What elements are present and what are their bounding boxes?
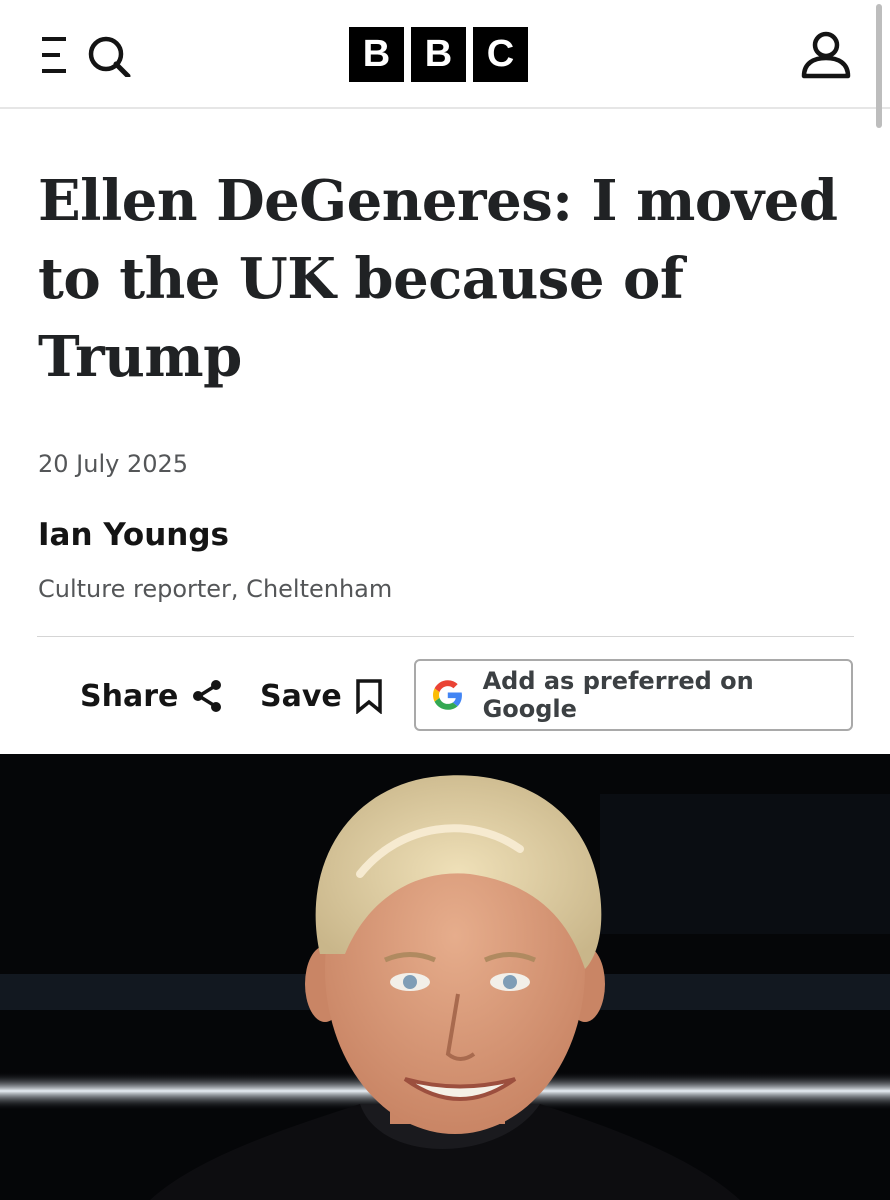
search-icon (88, 36, 131, 79)
share-label: Share (80, 678, 179, 714)
site-header: B B C (0, 0, 890, 109)
article-hero-image (0, 754, 890, 1200)
save-button[interactable]: Save (260, 672, 384, 720)
author-name[interactable]: Ian Youngs (38, 517, 229, 553)
google-button-label: Add as preferred on Google (482, 667, 754, 723)
menu-search-button[interactable] (40, 33, 132, 79)
menu-icon (42, 36, 131, 79)
account-icon (801, 31, 851, 79)
divider (37, 636, 854, 637)
author-role: Culture reporter, Cheltenham (38, 575, 393, 603)
google-g-icon (433, 680, 462, 710)
publish-date: 20 July 2025 (38, 450, 189, 478)
share-button[interactable]: Share (80, 672, 224, 720)
add-preferred-google-button[interactable]: Add as preferred on Google (414, 659, 853, 731)
hero-photo (0, 754, 890, 1200)
logo-letter: C (473, 27, 528, 82)
save-label: Save (260, 678, 342, 714)
scrollbar[interactable] (876, 4, 882, 128)
logo-letter: B (411, 27, 466, 82)
bbc-logo[interactable]: B B C (349, 27, 528, 82)
account-button[interactable] (800, 30, 852, 80)
logo-letter: B (349, 27, 404, 82)
bookmark-icon (356, 679, 382, 714)
share-icon (193, 680, 222, 712)
article-headline: Ellen DeGeneres: I moved to the UK becau… (38, 168, 838, 390)
